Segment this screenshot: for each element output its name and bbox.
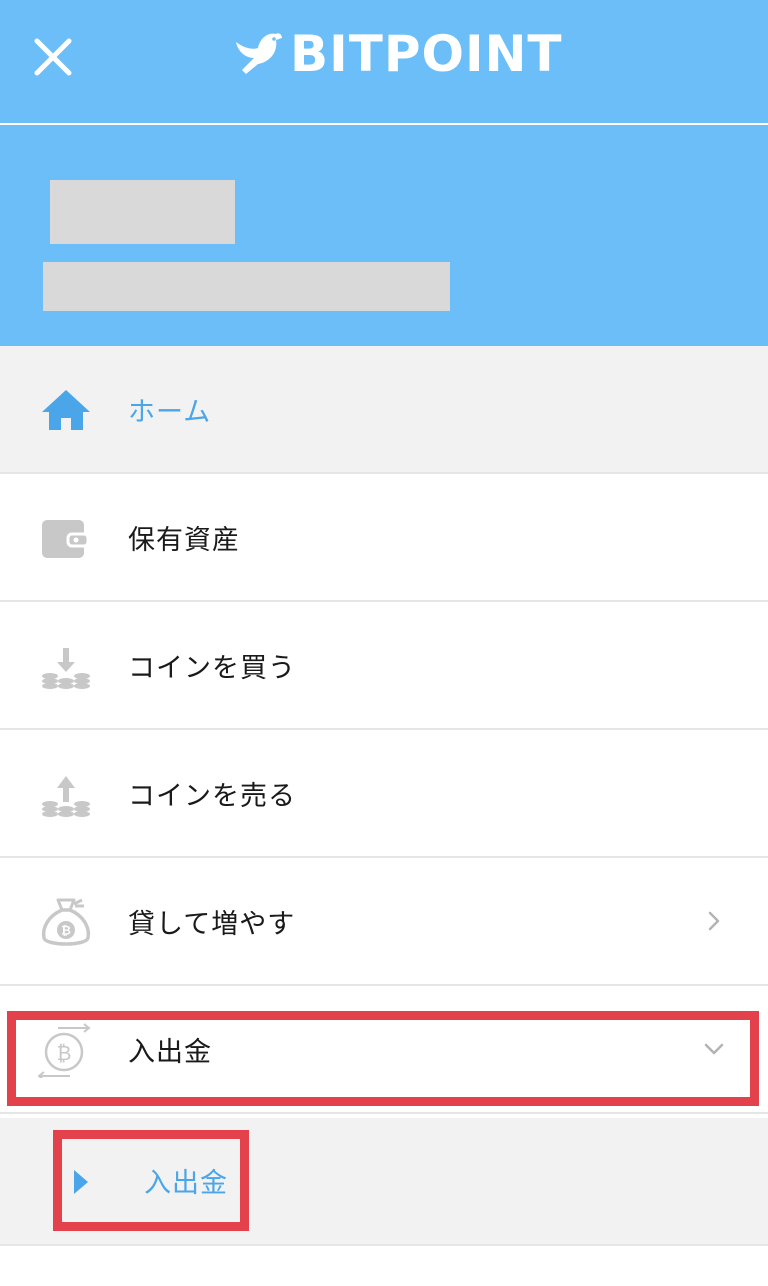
menu-item-sell-coin[interactable]: コインを売る (0, 730, 768, 858)
chevron-down-icon (704, 1043, 724, 1055)
menu-item-label: コインを売る (128, 780, 296, 812)
redacted-account-name (50, 180, 235, 244)
submenu-item-deposit-withdraw[interactable]: 入出金 (56, 1132, 244, 1228)
brand-logo: BITPOINT (232, 26, 563, 82)
home-icon (42, 390, 90, 430)
caret-right-icon (74, 1170, 88, 1194)
bitcoin-transfer-icon: ₿ (38, 1023, 91, 1078)
account-panel (0, 125, 768, 346)
redacted-account-id (43, 262, 450, 311)
close-icon[interactable] (28, 30, 78, 80)
money-bag-bitcoin-icon: ₿ (41, 898, 91, 946)
svg-text:₿: ₿ (57, 1041, 72, 1065)
brand-name: BITPOINT (290, 25, 563, 83)
menu-item-home[interactable]: ホーム (0, 346, 768, 474)
app-header: BITPOINT (0, 0, 768, 125)
coins-download-icon (42, 648, 90, 689)
chevron-right-icon (708, 911, 720, 931)
coins-upload-icon (42, 776, 90, 817)
menu-item-next-partial[interactable] (0, 1246, 768, 1286)
menu-item-holdings[interactable]: 保有資産 (0, 474, 768, 602)
bird-logo-icon (236, 33, 282, 74)
menu-item-label: ホーム (128, 396, 212, 428)
menu-item-deposit-withdraw[interactable]: ₿ 入出金 (0, 986, 768, 1114)
menu-item-buy-coin[interactable]: コインを買う (0, 602, 768, 730)
menu-item-label: 保有資産 (128, 524, 240, 556)
menu-item-label: 貸して増やす (128, 908, 296, 940)
menu-item-label: 入出金 (128, 1036, 212, 1068)
menu-item-label: コインを買う (128, 652, 296, 684)
submenu-deposit-withdraw: 入出金 (0, 1118, 768, 1246)
submenu-item-label: 入出金 (144, 1167, 228, 1199)
menu-item-lending[interactable]: ₿ 貸して増やす (0, 858, 768, 986)
wallet-icon (42, 520, 90, 558)
svg-text:₿: ₿ (61, 924, 71, 938)
